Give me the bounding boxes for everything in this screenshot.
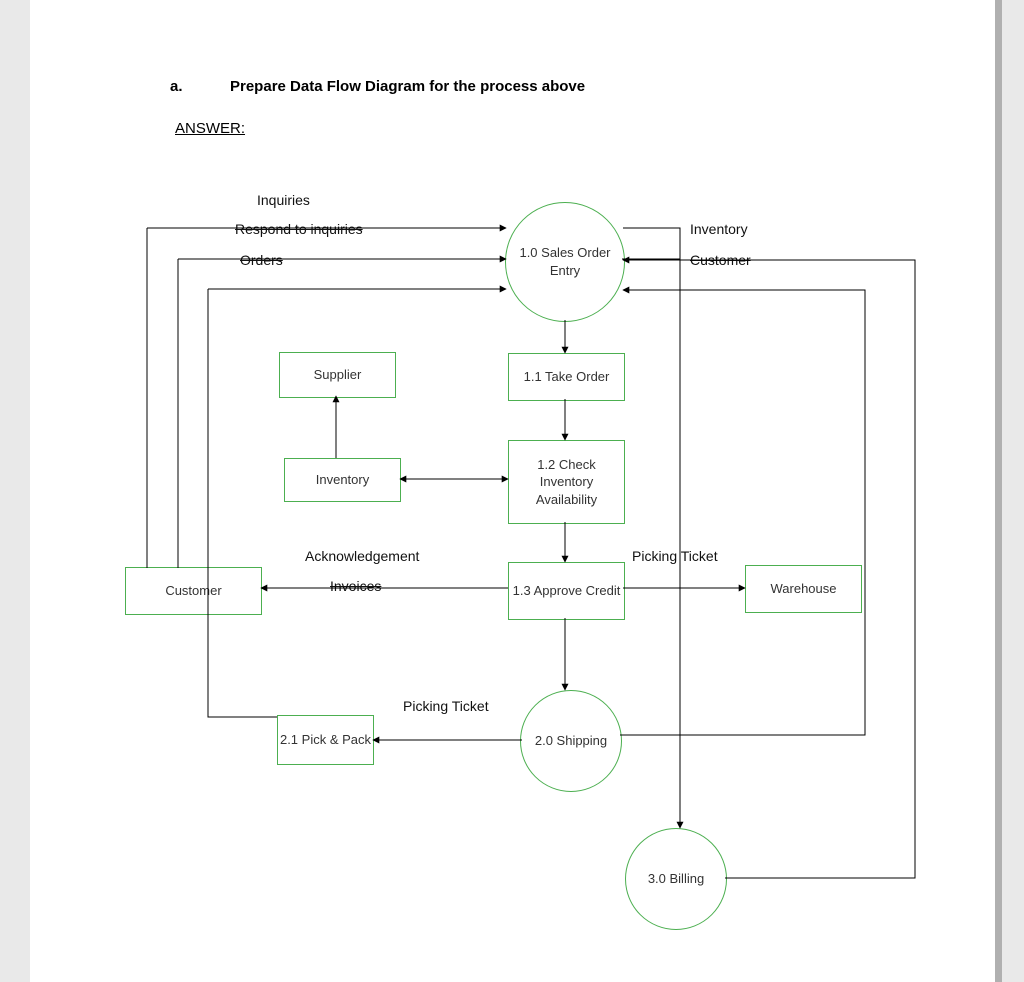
label-orders: Orders bbox=[240, 252, 283, 268]
page-shadow bbox=[995, 0, 1002, 982]
label-acknowledgement: Acknowledgement bbox=[305, 548, 419, 564]
document-content: a. Prepare Data Flow Diagram for the pro… bbox=[30, 0, 995, 982]
label-invoices: Invoices bbox=[330, 578, 381, 594]
entity-supplier: Supplier bbox=[279, 352, 396, 398]
label-picking-ticket-right: Picking Ticket bbox=[632, 548, 718, 564]
label-customer-top: Customer bbox=[690, 252, 751, 268]
entity-warehouse: Warehouse bbox=[745, 565, 862, 613]
label-respond: Respond to inquiries bbox=[235, 221, 363, 237]
process-sales-order-entry: 1.0 Sales Order Entry bbox=[505, 202, 625, 322]
data-flow-diagram: Inquiries Respond to inquiries Orders In… bbox=[30, 0, 995, 982]
entity-customer: Customer bbox=[125, 567, 262, 615]
label-inventory-top: Inventory bbox=[690, 221, 748, 237]
process-approve-credit: 1.3 Approve Credit bbox=[508, 562, 625, 620]
label-inquiries: Inquiries bbox=[257, 192, 310, 208]
process-take-order: 1.1 Take Order bbox=[508, 353, 625, 401]
datastore-inventory: Inventory bbox=[284, 458, 401, 502]
process-shipping: 2.0 Shipping bbox=[520, 690, 622, 792]
process-billing: 3.0 Billing bbox=[625, 828, 727, 930]
process-check-inventory: 1.2 Check Inventory Availability bbox=[508, 440, 625, 524]
label-picking-ticket-left: Picking Ticket bbox=[403, 698, 489, 714]
process-pick-pack: 2.1 Pick & Pack bbox=[277, 715, 374, 765]
